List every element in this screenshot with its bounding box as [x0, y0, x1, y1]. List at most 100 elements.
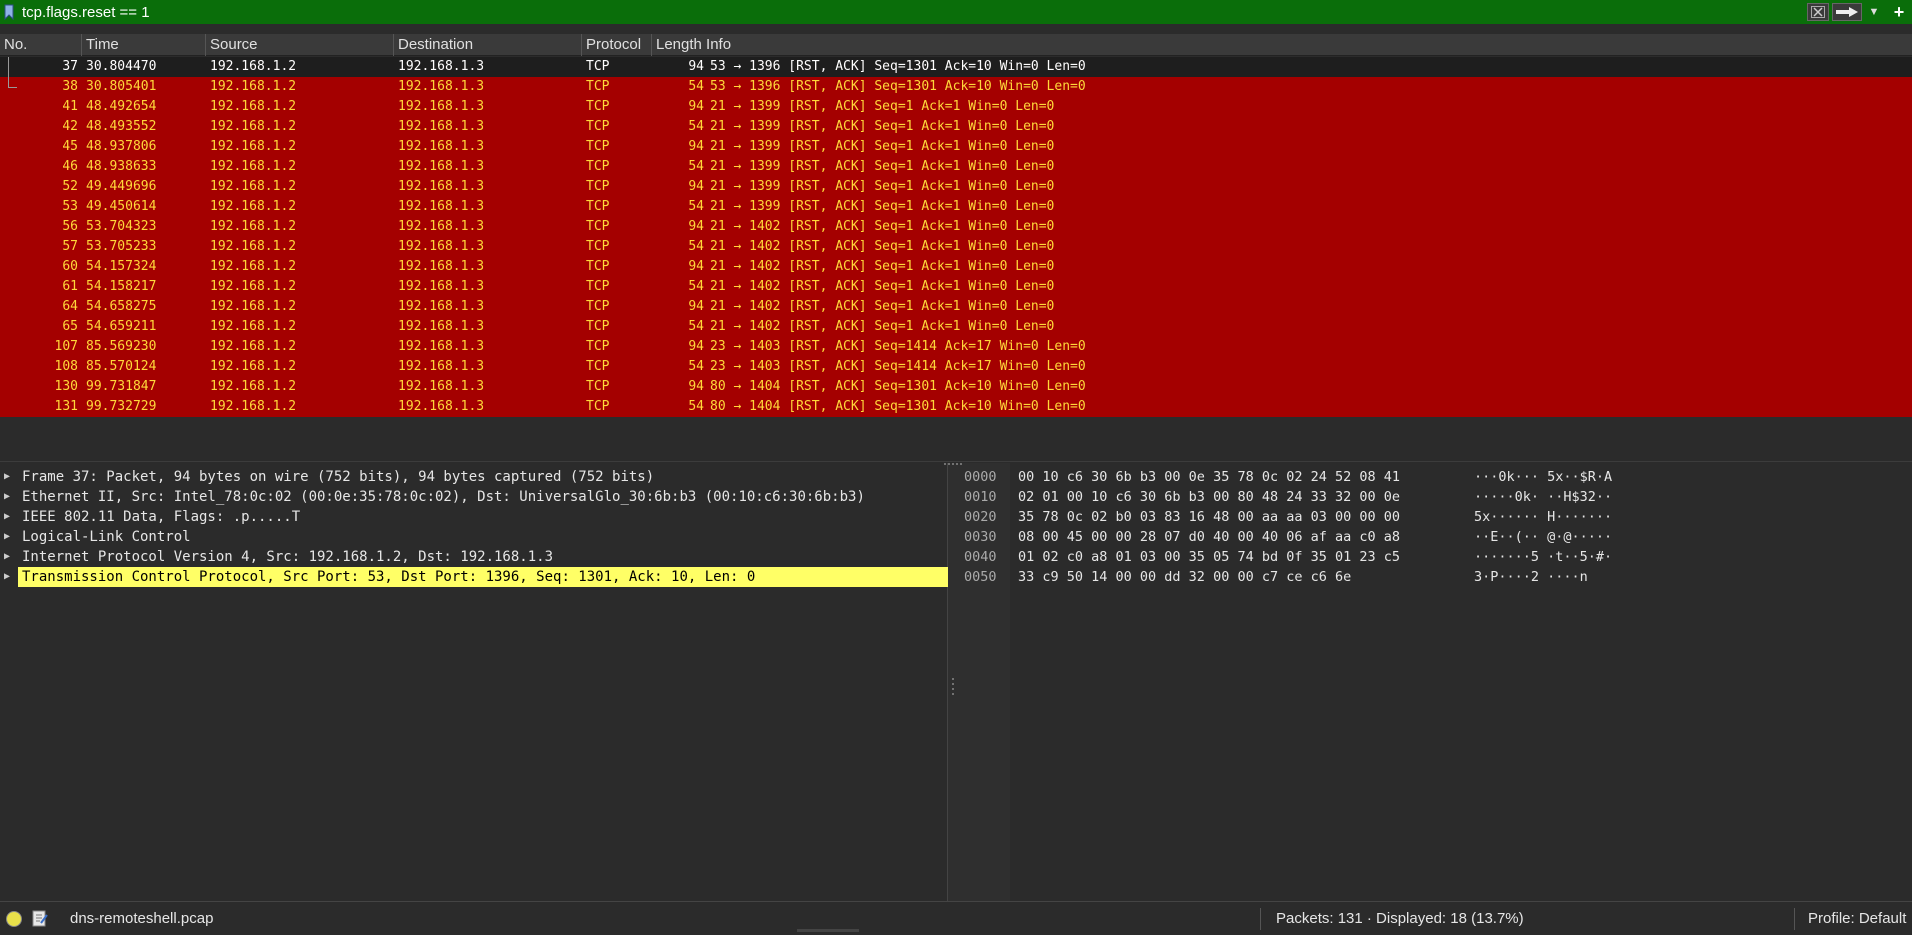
expand-arrow-icon[interactable]: ▶ [4, 467, 10, 487]
add-filter-button[interactable]: + [1886, 2, 1912, 22]
packet-destination: 192.168.1.3 [398, 279, 485, 294]
hex-ascii: ··E··(·· @·@····· [1474, 529, 1613, 545]
packet-protocol: TCP [586, 319, 610, 334]
expand-arrow-icon[interactable]: ▶ [4, 547, 10, 567]
detail-tree-item[interactable]: ▶ IEEE 802.11 Data, Flags: .p.....T [0, 507, 948, 527]
packet-row[interactable]: 65 54.659211 192.168.1.2 192.168.1.3 TCP 54 21… [0, 317, 1912, 337]
packet-time: 49.450614 [86, 199, 157, 214]
packet-destination: 192.168.1.3 [398, 119, 485, 134]
detail-tree-item[interactable]: ▶ Internet Protocol Version 4, Src: 192.1… [0, 547, 948, 567]
packet-row[interactable]: 64 54.658275 192.168.1.2 192.168.1.3 TCP 94 21… [0, 297, 1912, 317]
column-header-protocol[interactable]: Protocol [582, 34, 652, 56]
packet-destination: 192.168.1.3 [398, 359, 485, 374]
packet-time: 85.569230 [86, 339, 157, 354]
packet-info: 21 → 1402 [RST, ACK] Seq=1 Ack=1 Win=0 L… [710, 319, 1055, 334]
profile-status[interactable]: Profile: Default [1808, 910, 1906, 927]
packet-no: 130 [54, 379, 78, 394]
packet-protocol: TCP [586, 59, 610, 74]
expand-arrow-icon[interactable]: ▶ [4, 527, 10, 547]
packet-row[interactable]: 52 49.449696 192.168.1.2 192.168.1.3 TCP 94 21… [0, 177, 1912, 197]
packet-time: 30.805401 [86, 79, 157, 94]
packet-time: 48.493552 [86, 119, 157, 134]
packet-row[interactable]: 130 99.731847 192.168.1.2 192.168.1.3 TCP 94 8… [0, 377, 1912, 397]
packet-no: 60 [62, 259, 78, 274]
packet-info: 80 → 1404 [RST, ACK] Seq=1301 Ack=10 Win… [710, 379, 1086, 394]
packet-info: 21 → 1399 [RST, ACK] Seq=1 Ack=1 Win=0 L… [710, 99, 1055, 114]
detail-tree-label: Transmission Control Protocol, Src Port:… [18, 567, 948, 587]
expand-arrow-icon[interactable]: ▶ [4, 567, 10, 587]
packet-row[interactable]: 45 48.937806 192.168.1.2 192.168.1.3 TCP 94 21… [0, 137, 1912, 157]
packet-no: 108 [54, 359, 78, 374]
column-header-time[interactable]: Time [82, 34, 206, 56]
packet-protocol: TCP [586, 199, 610, 214]
packet-no: 65 [62, 319, 78, 334]
packet-row[interactable]: 38 30.805401 192.168.1.2 192.168.1.3 TCP 54 53… [0, 77, 1912, 97]
horizontal-scrollbar[interactable] [797, 929, 859, 932]
hex-ascii: ·······5 ·t··5·#· [1474, 549, 1613, 565]
expand-arrow-icon[interactable]: ▶ [4, 487, 10, 507]
hex-ascii: ···0k··· 5x··$R·A [1474, 469, 1613, 485]
packet-time: 54.659211 [86, 319, 157, 334]
packet-length: 54 [688, 79, 704, 94]
capture-comment-icon[interactable] [32, 910, 48, 928]
filter-history-dropdown[interactable]: ▼ [1865, 3, 1883, 21]
detail-tree-item[interactable]: ▶ Ethernet II, Src: Intel_78:0c:02 (00:0e… [0, 487, 948, 507]
packet-no: 37 [62, 59, 78, 74]
detail-tree-item[interactable]: ▶ Transmission Control Protocol, Src Port… [0, 567, 948, 587]
packet-destination: 192.168.1.3 [398, 179, 485, 194]
packet-info: 21 → 1402 [RST, ACK] Seq=1 Ack=1 Win=0 L… [710, 299, 1055, 314]
expert-info-icon[interactable] [6, 911, 22, 927]
packet-row[interactable]: 61 54.158217 192.168.1.2 192.168.1.3 TCP 54 21… [0, 277, 1912, 297]
packet-no: 57 [62, 239, 78, 254]
packet-source: 192.168.1.2 [210, 279, 297, 294]
packet-length: 54 [688, 199, 704, 214]
splitter-grip-icon[interactable] [942, 462, 966, 466]
column-header-length-info[interactable]: Length Info [652, 34, 1912, 56]
packet-no: 131 [54, 399, 78, 414]
column-header-source[interactable]: Source [206, 34, 394, 56]
packet-list[interactable]: 37 30.804470 192.168.1.2 192.168.1.3 TCP 94 53… [0, 57, 1912, 417]
packet-destination: 192.168.1.3 [398, 379, 485, 394]
column-header-no[interactable]: No. [0, 34, 82, 56]
hex-ascii: 3·P····2 ····n [1474, 569, 1588, 585]
detail-tree-item[interactable]: ▶ Logical-Link Control [0, 527, 948, 547]
packet-protocol: TCP [586, 159, 610, 174]
detail-tree-label: Internet Protocol Version 4, Src: 192.16… [22, 549, 554, 565]
packet-protocol: TCP [586, 399, 610, 414]
packet-info: 53 → 1396 [RST, ACK] Seq=1301 Ack=10 Win… [710, 79, 1086, 94]
detail-tree-item[interactable]: ▶ Frame 37: Packet, 94 bytes on wire (752… [0, 467, 948, 487]
packet-info: 21 → 1399 [RST, ACK] Seq=1 Ack=1 Win=0 L… [710, 119, 1055, 134]
packet-protocol: TCP [586, 379, 610, 394]
column-header-destination[interactable]: Destination [394, 34, 582, 56]
packet-row[interactable]: 131 99.732729 192.168.1.2 192.168.1.3 TCP 54 8… [0, 397, 1912, 417]
packet-row[interactable]: 53 49.450614 192.168.1.2 192.168.1.3 TCP 54 21… [0, 197, 1912, 217]
packet-row[interactable]: 41 48.492654 192.168.1.2 192.168.1.3 TCP 94 21… [0, 97, 1912, 117]
packet-protocol: TCP [586, 119, 610, 134]
packet-bytes-pane[interactable]: 0000 00 10 c6 30 6b b3 00 0e 35 78 0c 02 … [948, 463, 1912, 901]
close-icon [1811, 6, 1825, 18]
packet-row[interactable]: 37 30.804470 192.168.1.2 192.168.1.3 TCP 94 53… [0, 57, 1912, 77]
packet-length: 94 [688, 139, 704, 154]
display-filter-input[interactable] [18, 2, 1804, 22]
packet-row[interactable]: 57 53.705233 192.168.1.2 192.168.1.3 TCP 54 21… [0, 237, 1912, 257]
packet-source: 192.168.1.2 [210, 139, 297, 154]
hex-offset: 0000 [964, 469, 997, 485]
apply-filter-button[interactable] [1832, 3, 1862, 21]
packet-row[interactable]: 107 85.569230 192.168.1.2 192.168.1.3 TCP 94 2… [0, 337, 1912, 357]
packet-row[interactable]: 56 53.704323 192.168.1.2 192.168.1.3 TCP 94 21… [0, 217, 1912, 237]
bookmark-icon[interactable] [0, 0, 18, 24]
vertical-splitter-grip-icon[interactable] [950, 676, 956, 700]
hex-ascii: 5x······ H······· [1474, 509, 1613, 525]
packet-row[interactable]: 60 54.157324 192.168.1.2 192.168.1.3 TCP 94 21… [0, 257, 1912, 277]
clear-filter-button[interactable] [1807, 3, 1829, 21]
packet-details-tree[interactable]: ▶ Frame 37: Packet, 94 bytes on wire (752… [0, 463, 948, 901]
packet-protocol: TCP [586, 219, 610, 234]
pane-splitter[interactable] [0, 417, 1912, 462]
packet-destination: 192.168.1.3 [398, 259, 485, 274]
packet-row[interactable]: 46 48.938633 192.168.1.2 192.168.1.3 TCP 54 21… [0, 157, 1912, 177]
status-divider [1794, 908, 1795, 930]
expand-arrow-icon[interactable]: ▶ [4, 507, 10, 527]
packet-row[interactable]: 42 48.493552 192.168.1.2 192.168.1.3 TCP 54 21… [0, 117, 1912, 137]
packet-no: 38 [62, 79, 78, 94]
packet-row[interactable]: 108 85.570124 192.168.1.2 192.168.1.3 TCP 54 2… [0, 357, 1912, 377]
